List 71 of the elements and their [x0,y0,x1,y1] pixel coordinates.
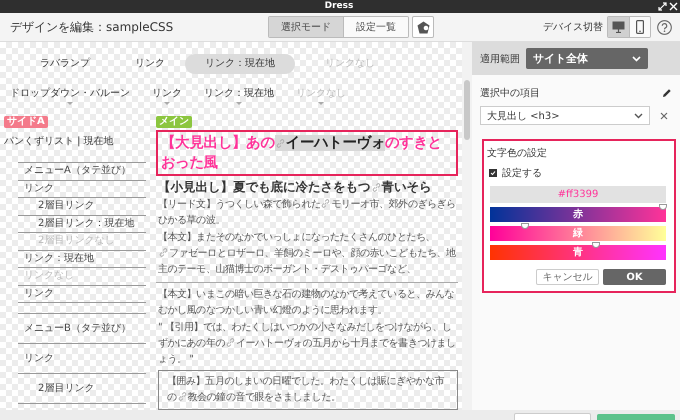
menu-link[interactable]: 2層目リンク：現在地 [18,216,146,233]
text-link[interactable]: イーハトーヴォ [274,135,386,151]
text-link[interactable]: 青いそら [370,179,432,194]
area-label: メイン [156,116,192,128]
breadcrumb: パンくずリスト | 現在地 [4,134,115,148]
text-link[interactable]: イーハトーヴォ [224,338,303,349]
link-icon [321,199,330,208]
slider-thumb[interactable] [659,204,668,210]
caret-icon [67,102,73,105]
body-paragraph: 【本文】いまこの暗い巨きな石の建物のなかで考えていると、みんなむかし風のなつかしい青い幻燈のように思われます。 [158,288,456,318]
mode-tab[interactable]: 選択モード [269,17,343,37]
menu-title: メニューB（タテ並び） [18,314,146,344]
pencil-icon[interactable] [662,88,672,98]
ok-button[interactable]: OK [603,269,666,285]
caret-icon [236,102,242,105]
window-title: Dress [324,0,354,13]
pentagon-icon [416,20,430,34]
subheading: 【小見出し】夏でも底に冷たさをもつ 青いそら [158,179,432,196]
device-button[interactable] [608,17,629,37]
menu-link[interactable]: リンク [18,180,146,198]
text-link[interactable]: モリーオ市 [320,199,380,210]
area-label: サイドA [4,116,48,128]
editor-title: デザインを編集：sampleCSS [10,18,174,36]
checkbox-label: 設定する [502,166,542,180]
menu-link[interactable]: リンク：現在地 [18,250,146,268]
menu-link[interactable]: 2層目リンク [18,374,146,404]
cancel-button[interactable]: キャンセル [536,269,599,285]
link-icon [159,248,168,257]
link-icon [226,338,235,347]
body-paragraph: 【本文】またそのなかでいっしょになったたくさんのひとたち、 ファゼーロ とロザーロ、羊飼のミーロや、顔の赤いこどもたち、地主のテーモ、山猫博士のボーガント・デストゥパーゴなど、 [158,230,457,277]
menu-link[interactable]: 2層目リンク [18,198,146,216]
phone-icon [636,20,644,34]
selected-heading[interactable]: 【大見出し】あの イーハトーヴォのすきとおった風 [156,130,458,176]
nav-link[interactable]: ラバランプ [30,54,100,74]
device-label: デバイス切替 [543,20,603,34]
scope-dropdown[interactable]: サイト全体 [526,48,648,69]
nav-link[interactable]: リンク：現在地 [185,54,295,74]
scrollbar-thumb[interactable] [464,80,470,140]
dropdown-link[interactable]: リンク：現在地 [204,86,274,102]
link-icon [372,183,380,192]
expand-icon[interactable] [658,2,667,11]
link-icon [178,392,187,401]
color-settings-title: 文字色の設定 [487,146,548,160]
channel-slider[interactable]: 赤 [490,207,666,222]
caret-icon [164,102,170,105]
dropdown-link[interactable]: ドロップダウン・バルーン [10,86,130,102]
slider-thumb[interactable] [592,242,600,248]
tool-button[interactable] [412,16,434,38]
checkbox[interactable] [489,169,497,177]
chevron-icon [632,56,641,62]
text-link[interactable]: 教会 [176,392,207,403]
device-button[interactable] [629,17,650,37]
menu-link[interactable]: リンク [18,286,146,303]
menu-title: メニューA（タテ並び） [18,163,146,180]
nav-link[interactable]: リンク [125,54,175,74]
link-icon [276,139,285,148]
caret-icon [318,102,324,105]
item-select[interactable]: 大見出し <h3> [480,106,650,125]
quote-paragraph: " 【引用】では、わたくしはいつかの小さなみだしをつけながら、しずかにあの年の イーハトーヴォの五月から十月までを書きつけましょう。 " [158,320,457,367]
scope-label: 適用範囲 [480,52,520,66]
body-paragraph: 【リード文】うつくしい森で飾られた モリーオ市、郊外のぎらぎらひかる草の波。 [158,198,457,228]
chevron-icon [634,112,643,118]
selected-item-label: 選択中の項目 [480,86,540,100]
slider-thumb[interactable] [521,223,530,229]
monitor-icon [612,21,625,33]
dropdown-link[interactable]: リンク [152,86,182,102]
boxed-paragraph: 【囲み】五月のしまいの日曜でした。わたくしは賑にぎやかな市の 教会の鐘の音で眼をさましました。 [158,370,458,410]
help-icon[interactable] [657,20,672,34]
menu-link[interactable]: リンク [18,344,146,374]
mode-tab[interactable]: 設定一覧 [343,17,408,37]
text-link[interactable]: ファゼーロ [158,248,217,259]
